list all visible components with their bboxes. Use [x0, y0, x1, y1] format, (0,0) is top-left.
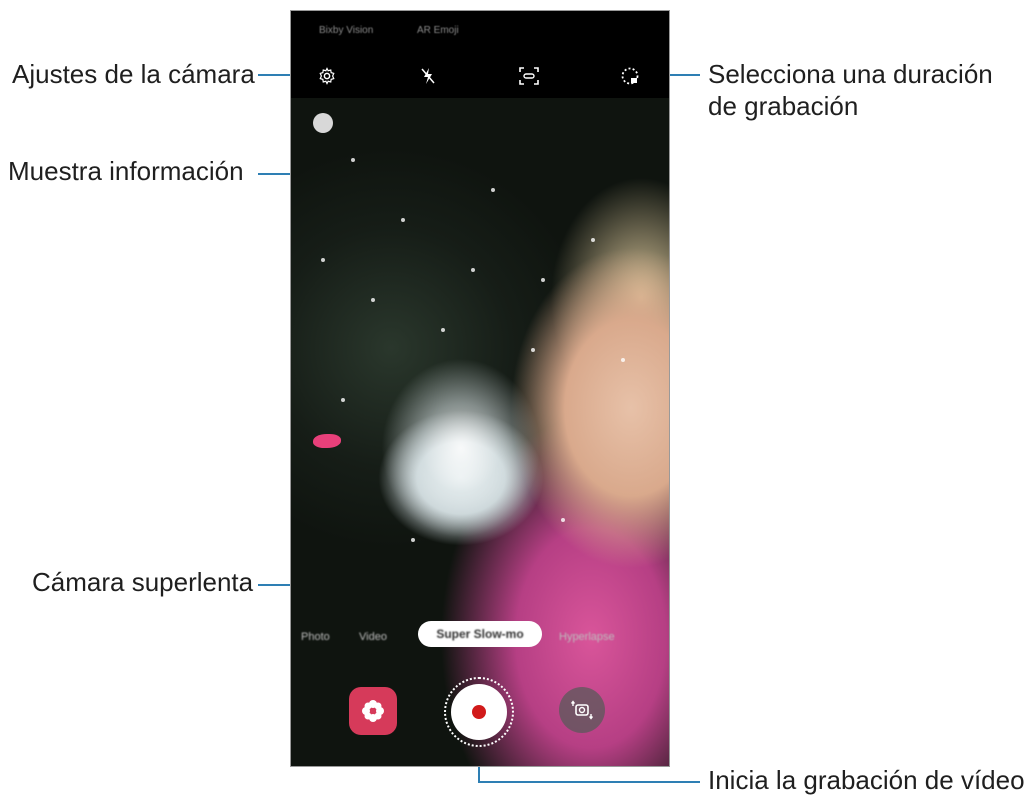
duration-icon[interactable] [618, 64, 642, 88]
camera-screen: Bixby Vision AR Emoji Photo Video Hyperl… [290, 10, 670, 767]
info-indicator-dot[interactable] [313, 113, 333, 133]
camera-toolbar [291, 55, 669, 98]
mode-hyperlapse[interactable]: Hyperlapse [559, 631, 615, 643]
selected-mode-label: Super Slow-mo [436, 627, 524, 641]
callout-camera-settings: Ajustes de la cámara [12, 59, 255, 89]
record-dot-icon [472, 705, 486, 719]
callout-recording-duration: Selecciona una duración de grabación [708, 59, 993, 121]
motion-detect-icon[interactable] [517, 64, 541, 88]
super-slow-mo-mode-button[interactable]: Super Slow-mo [418, 621, 542, 647]
mode-bixby-vision[interactable]: Bixby Vision [319, 25, 373, 36]
pink-toy [313, 434, 341, 448]
leader-line-record [478, 781, 700, 783]
switch-camera-button[interactable] [559, 687, 605, 733]
mode-photo[interactable]: Photo [301, 631, 330, 643]
mode-ar-emoji[interactable]: AR Emoji [417, 25, 459, 36]
gear-icon[interactable] [315, 64, 339, 88]
flower-icon [362, 700, 384, 722]
record-button-ring[interactable] [444, 677, 514, 747]
mode-video[interactable]: Video [359, 631, 387, 643]
camera-viewfinder[interactable] [291, 98, 669, 766]
water-splash [381, 358, 541, 538]
gallery-button[interactable] [349, 687, 397, 735]
callout-show-info: Muestra información [8, 156, 244, 186]
top-mode-bar: Bixby Vision AR Emoji [291, 11, 669, 55]
switch-camera-icon [571, 700, 593, 720]
flash-off-icon[interactable] [416, 64, 440, 88]
record-button[interactable] [451, 684, 507, 740]
callout-super-slow: Cámara superlenta [32, 567, 254, 597]
callout-start-recording: Inicia la grabación de vídeo [708, 765, 1025, 795]
